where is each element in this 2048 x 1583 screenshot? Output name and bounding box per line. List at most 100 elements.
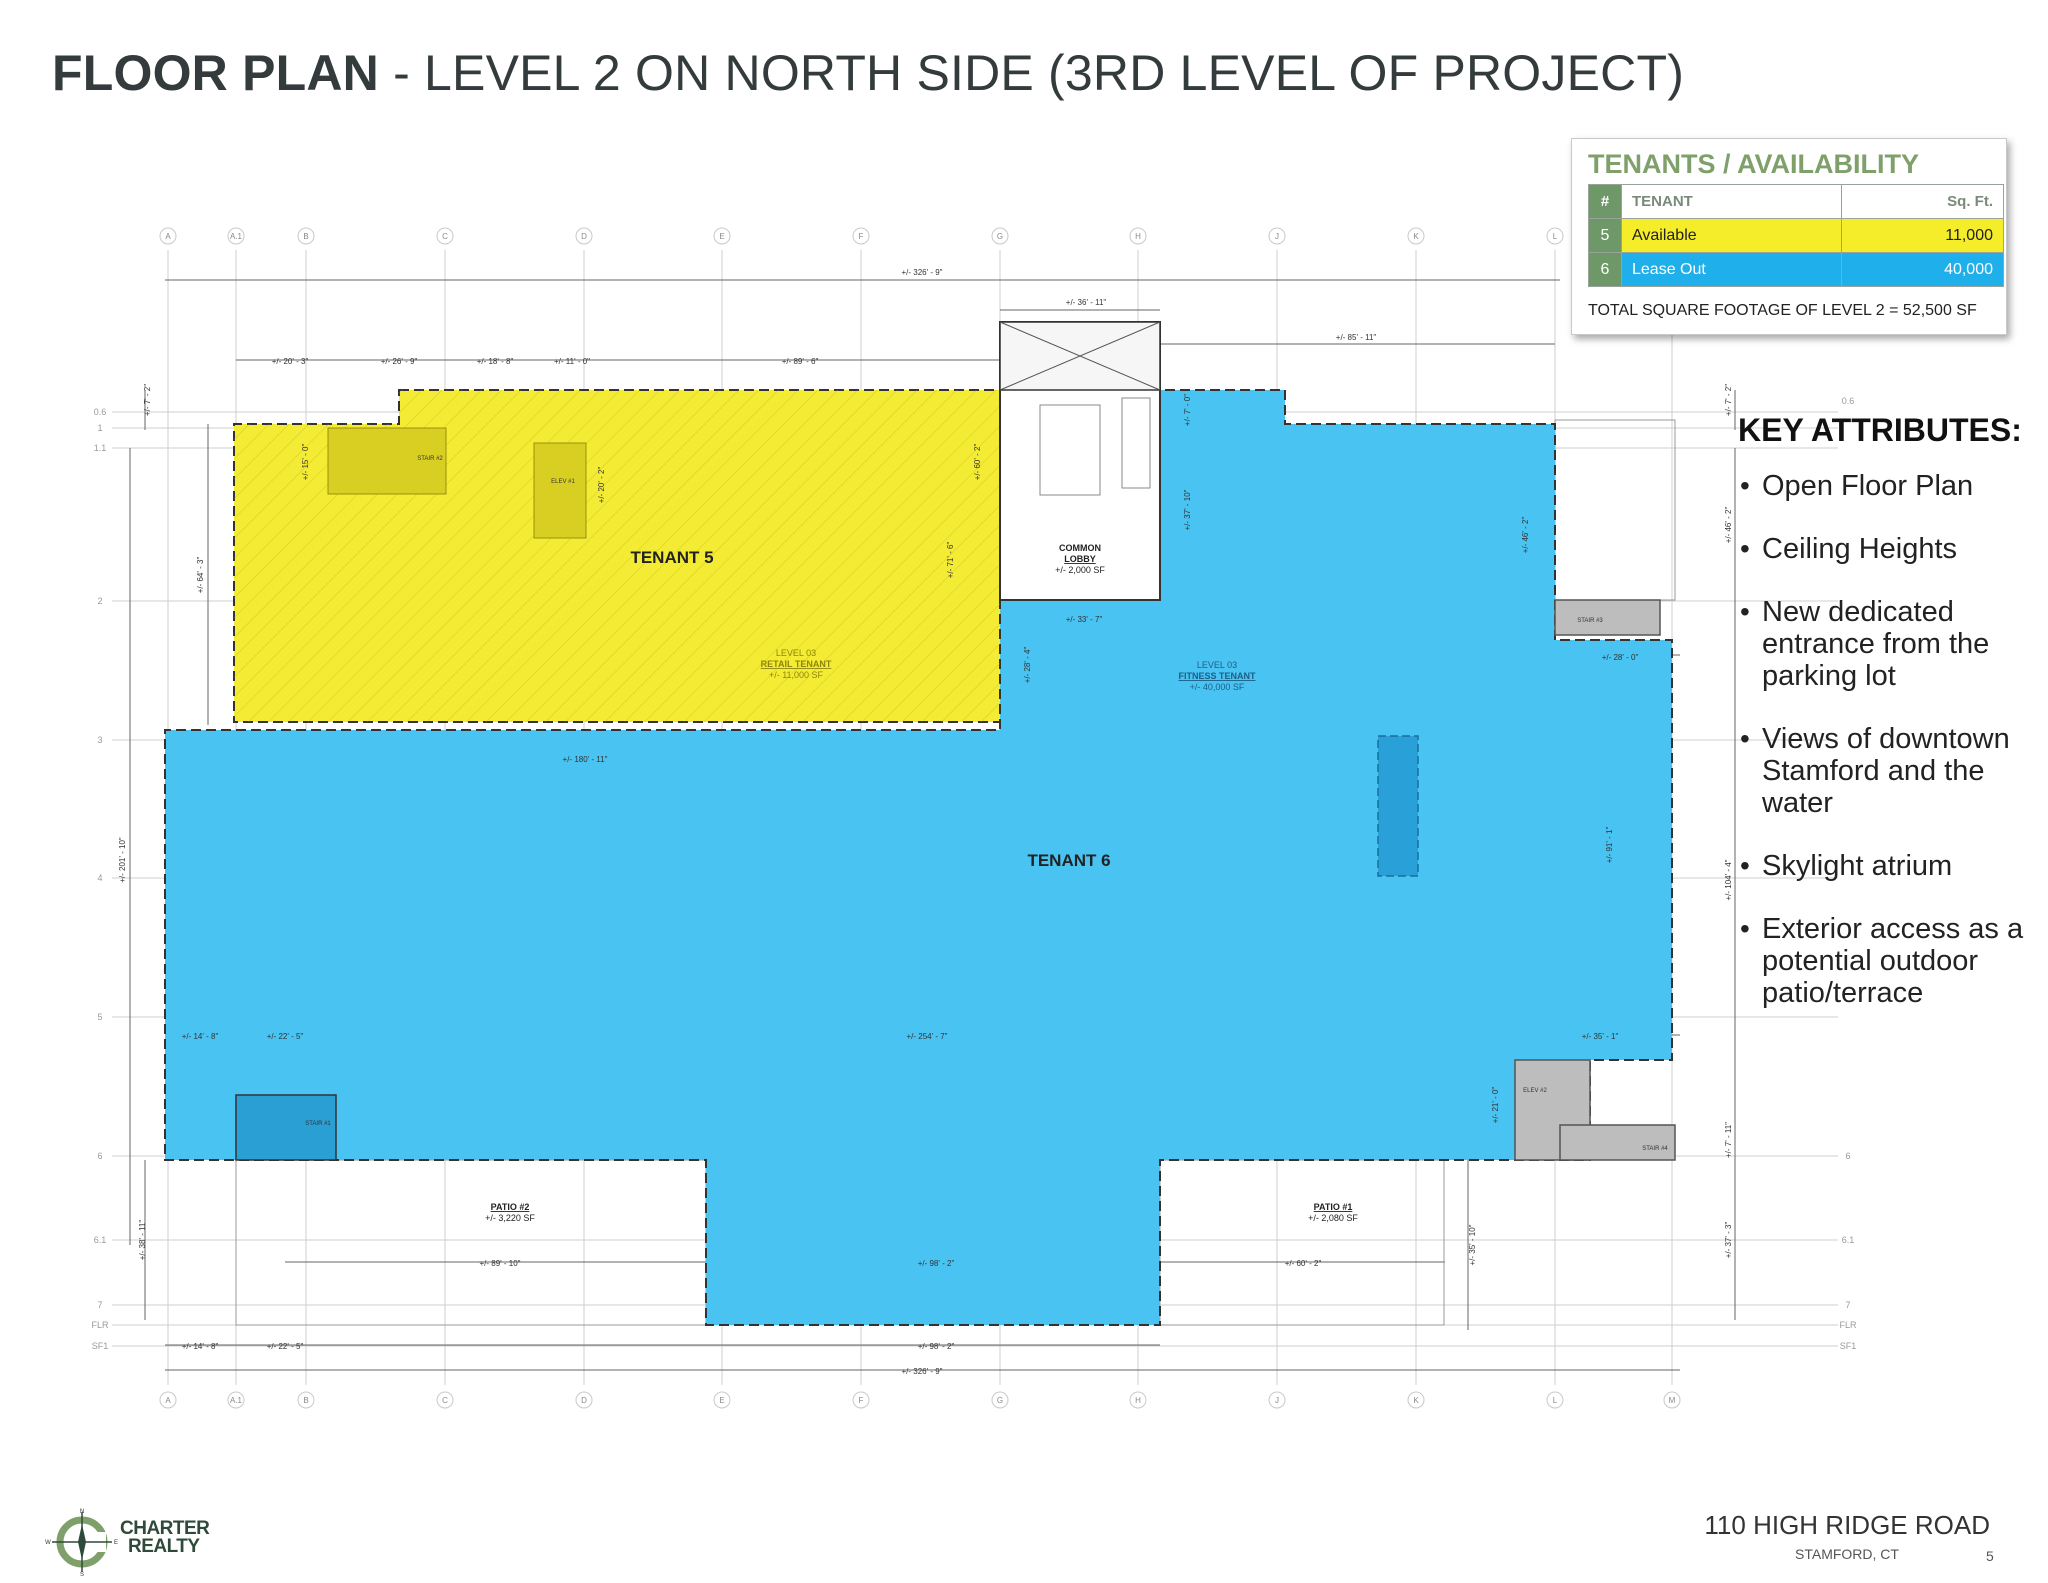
svg-text:E: E [114, 1540, 118, 1546]
svg-text:S: S [80, 1572, 84, 1576]
svg-text:+/- 2,080 SF: +/- 2,080 SF [1308, 1213, 1358, 1223]
property-address: 110 HIGH RIDGE ROAD [1704, 1510, 1990, 1540]
svg-text:+/- 46' - 2": +/- 46' - 2" [1521, 517, 1530, 554]
svg-text:6.1: 6.1 [94, 1235, 107, 1245]
svg-text:+/- 22' - 5": +/- 22' - 5" [267, 1032, 304, 1041]
row-sqft: 40,000 [1840, 252, 2005, 287]
svg-text:+/- 3,220 SF: +/- 3,220 SF [485, 1213, 535, 1223]
svg-text:+/- 2,000 SF: +/- 2,000 SF [1055, 565, 1105, 575]
svg-text:+/- 37' - 3": +/- 37' - 3" [1724, 1222, 1733, 1259]
svg-text:4: 4 [97, 873, 102, 883]
svg-text:B: B [303, 1396, 308, 1405]
row-tenant: Lease Out [1621, 252, 1842, 287]
svg-text:FLR: FLR [1839, 1320, 1857, 1330]
svg-text:J: J [1275, 1396, 1279, 1405]
svg-text:3: 3 [97, 735, 102, 745]
svg-text:+/- 38' - 11": +/- 38' - 11" [138, 1220, 147, 1261]
svg-text:+/- 64' - 3": +/- 64' - 3" [196, 557, 205, 594]
list-item: Views of downtown Stamford and the water [1738, 723, 2038, 819]
list-item: Ceiling Heights [1738, 533, 2038, 565]
svg-text:M: M [1669, 1396, 1676, 1405]
list-item: Skylight atrium [1738, 850, 2038, 882]
col-number: # [1588, 184, 1622, 219]
svg-text:7: 7 [1845, 1300, 1850, 1310]
svg-text:+/- 36' - 11": +/- 36' - 11" [1066, 298, 1107, 307]
svg-text:+/- 7' - 2": +/- 7' - 2" [143, 384, 152, 416]
svg-text:STAIR #4: STAIR #4 [1642, 1146, 1668, 1152]
svg-text:+/- 60' - 2": +/- 60' - 2" [1285, 1259, 1322, 1268]
key-attributes-list: Open Floor Plan Ceiling Heights New dedi… [1738, 470, 2038, 1040]
list-item: Exterior access as a potential outdoor p… [1738, 913, 2038, 1009]
svg-text:F: F [859, 232, 864, 241]
svg-text:L: L [1553, 232, 1558, 241]
svg-text:+/- 60' - 2": +/- 60' - 2" [973, 444, 982, 481]
skylight-atrium [1377, 735, 1419, 877]
svg-text:6.1: 6.1 [1842, 1235, 1855, 1245]
svg-text:+/- 15' - 0": +/- 15' - 0" [301, 444, 310, 481]
svg-text:0.6: 0.6 [94, 407, 107, 417]
svg-text:+/- 104' - 4": +/- 104' - 4" [1724, 859, 1733, 900]
svg-text:COMMON: COMMON [1059, 543, 1101, 553]
svg-text:+/- 37' - 10": +/- 37' - 10" [1183, 489, 1192, 530]
tenants-title: TENANTS / AVAILABILITY [1588, 149, 1919, 179]
logo-wordmark: CHARTER REALTY [120, 1518, 210, 1557]
svg-text:+/- 254' - 7": +/- 254' - 7" [906, 1032, 947, 1041]
col-tenant: TENANT [1621, 184, 1842, 219]
svg-text:+/- 14' - 8": +/- 14' - 8" [182, 1032, 219, 1041]
svg-text:+/- 7' - 11": +/- 7' - 11" [1724, 1122, 1733, 1158]
svg-text:H: H [1135, 1396, 1141, 1405]
table-row: 5 Available 11,000 [1588, 218, 2005, 253]
row-tenant: Available [1621, 218, 1842, 253]
patio-1-label: PATIO #1 +/- 2,080 SF [1308, 1202, 1358, 1223]
svg-text:+/- 11,000 SF: +/- 11,000 SF [769, 670, 824, 680]
svg-text:+/- 91' - 1": +/- 91' - 1" [1605, 827, 1614, 864]
svg-text:1.1: 1.1 [94, 443, 107, 453]
svg-text:STAIR #1: STAIR #1 [305, 1121, 331, 1127]
svg-text:6: 6 [97, 1151, 102, 1161]
svg-text:E: E [719, 1396, 724, 1405]
svg-text:A.1: A.1 [230, 1396, 243, 1405]
col-sqft: Sq. Ft. [1840, 184, 2005, 219]
svg-text:0.6: 0.6 [1842, 396, 1855, 406]
tenant-6-label: TENANT 6 [1027, 851, 1110, 870]
svg-text:+/- 28' - 0": +/- 28' - 0" [1602, 653, 1639, 662]
svg-text:PATIO #1: PATIO #1 [1314, 1202, 1353, 1212]
tenants-table-header: # TENANT Sq. Ft. [1588, 184, 2005, 219]
svg-text:2: 2 [97, 596, 102, 606]
svg-text:+/- 7' - 0": +/- 7' - 0" [1183, 394, 1192, 426]
svg-text:FITNESS TENANT: FITNESS TENANT [1178, 671, 1256, 681]
stair-1-box [235, 1094, 337, 1161]
svg-text:E: E [719, 232, 724, 241]
row-number: 6 [1588, 252, 1622, 287]
svg-text:B: B [303, 232, 308, 241]
svg-text:5: 5 [97, 1012, 102, 1022]
svg-text:+/- 40,000 SF: +/- 40,000 SF [1190, 682, 1245, 692]
svg-text:STAIR #2: STAIR #2 [417, 456, 443, 462]
table-row: 6 Lease Out 40,000 [1588, 252, 2005, 287]
svg-text:A: A [165, 1396, 171, 1405]
svg-text:+/- 21' - 0": +/- 21' - 0" [1491, 1087, 1500, 1124]
list-item: Open Floor Plan [1738, 470, 2038, 502]
row-sqft: 11,000 [1840, 218, 2005, 253]
svg-text:STAIR #3: STAIR #3 [1577, 618, 1603, 624]
svg-text:C: C [442, 1396, 448, 1405]
svg-text:+/- 98' - 2": +/- 98' - 2" [918, 1342, 955, 1351]
tenants-availability-box: TENANTS / AVAILABILITY # TENANT Sq. Ft. … [1571, 138, 2007, 335]
svg-text:+/- 98' - 2": +/- 98' - 2" [918, 1259, 955, 1268]
svg-text:+/- 89' - 6": +/- 89' - 6" [782, 357, 819, 366]
svg-text:1: 1 [97, 423, 102, 433]
svg-text:J: J [1275, 232, 1279, 241]
svg-text:D: D [581, 1396, 587, 1405]
stair-4-box [1559, 1124, 1676, 1161]
svg-text:SF1: SF1 [1840, 1341, 1857, 1351]
svg-text:LOBBY: LOBBY [1064, 554, 1096, 564]
charter-realty-logo: N W E S CHARTER REALTY [44, 1506, 224, 1576]
svg-text:N: N [80, 1509, 84, 1515]
svg-text:+/- 326' - 9": +/- 326' - 9" [901, 1367, 942, 1376]
svg-text:+/- 11' - 0": +/- 11' - 0" [554, 357, 590, 366]
svg-text:RETAIL TENANT: RETAIL TENANT [761, 659, 832, 669]
svg-text:A: A [165, 232, 171, 241]
svg-text:LEVEL 03: LEVEL 03 [776, 648, 816, 658]
svg-text:ELEV #2: ELEV #2 [1523, 1088, 1547, 1094]
svg-text:W: W [45, 1540, 51, 1546]
